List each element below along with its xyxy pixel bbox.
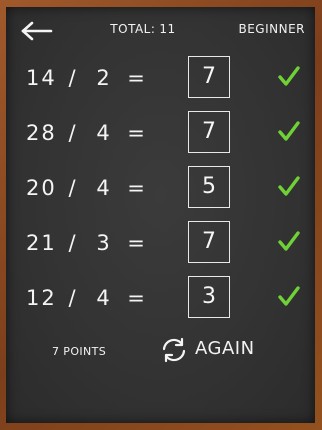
difficulty-level: BEGINNER: [238, 22, 305, 36]
points-earned: 7 POINTS: [52, 345, 107, 358]
total-label: TOTAL:: [110, 22, 156, 36]
problem-row: 28 / 4 = 7: [6, 111, 315, 155]
division-operator: /: [68, 231, 76, 255]
answer-box[interactable]: 7: [188, 111, 230, 153]
problem-row: 12 / 4 = 3: [6, 276, 315, 320]
answer-box[interactable]: 7: [188, 221, 230, 263]
division-operator: /: [68, 121, 76, 145]
division-operator: /: [68, 286, 76, 310]
checkmark-icon: [278, 286, 300, 306]
answer-box[interactable]: 3: [188, 276, 230, 318]
equals-sign: =: [127, 121, 145, 145]
chalkboard: TOTAL: 11 BEGINNER 14 / 2 = 7 28 / 4 = 7 …: [6, 7, 315, 423]
equals-sign: =: [127, 176, 145, 200]
total-score: TOTAL: 11: [98, 22, 188, 36]
dividend: 20: [26, 176, 57, 200]
checkmark-icon: [278, 121, 300, 141]
problem-row: 20 / 4 = 5: [6, 166, 315, 210]
dividend: 12: [26, 286, 57, 310]
divisor: 4: [96, 286, 110, 310]
divisor: 4: [96, 176, 110, 200]
equals-sign: =: [127, 66, 145, 90]
refresh-icon: [162, 337, 186, 363]
dividend: 28: [26, 121, 57, 145]
back-arrow-icon: [21, 21, 53, 41]
divisor: 3: [96, 231, 110, 255]
again-label: AGAIN: [195, 338, 255, 359]
divisor: 4: [96, 121, 110, 145]
equals-sign: =: [127, 286, 145, 310]
answer-box[interactable]: 5: [188, 166, 230, 208]
checkmark-icon: [278, 66, 300, 86]
dividend: 21: [26, 231, 57, 255]
total-value: 11: [159, 22, 176, 36]
division-operator: /: [68, 66, 76, 90]
problem-row: 14 / 2 = 7: [6, 56, 315, 100]
equals-sign: =: [127, 231, 145, 255]
problem-row: 21 / 3 = 7: [6, 221, 315, 265]
divisor: 2: [96, 66, 110, 90]
checkmark-icon: [278, 231, 300, 251]
division-operator: /: [68, 176, 76, 200]
checkmark-icon: [278, 176, 300, 196]
back-button[interactable]: [20, 20, 54, 42]
dividend: 14: [26, 66, 57, 90]
answer-box[interactable]: 7: [188, 56, 230, 98]
wooden-frame: TOTAL: 11 BEGINNER 14 / 2 = 7 28 / 4 = 7 …: [0, 0, 322, 430]
